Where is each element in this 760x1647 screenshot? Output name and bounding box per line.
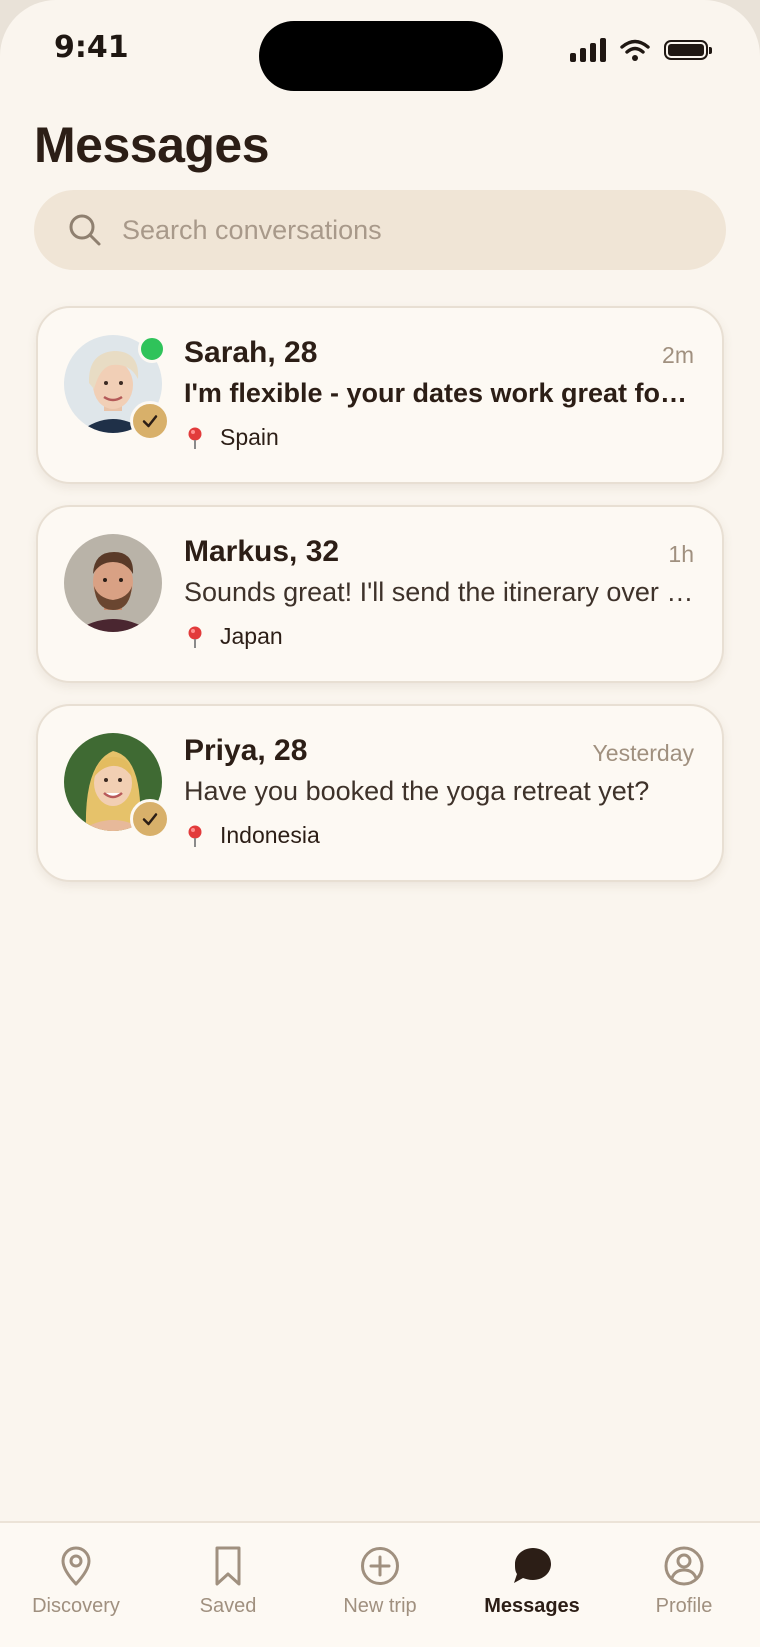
tab-label: New trip [343, 1595, 417, 1617]
chat-bubble-icon [514, 1548, 551, 1583]
conversation-card[interactable]: Priya, 28 Yesterday Have you booked the … [36, 704, 724, 882]
message-time: Yesterday [592, 740, 694, 766]
verified-check-icon [130, 401, 170, 441]
tab-label: Messages [484, 1595, 580, 1617]
conversation-list: Sarah, 28 2m I'm flexible - your dates w… [36, 306, 724, 903]
verified-check-icon [130, 799, 170, 839]
user-circle-icon [664, 1546, 704, 1586]
search-bar[interactable] [34, 190, 726, 270]
tab-label: Profile [655, 1595, 713, 1617]
messages-screen: 9:41 Messages Search conversations Sarah… [0, 0, 760, 1647]
location-label: Japan [220, 623, 283, 649]
dynamic-island [259, 21, 503, 91]
tab-messages[interactable]: Messages [456, 1523, 608, 1647]
tab-saved[interactable]: Saved [152, 1523, 304, 1647]
status-icons [570, 38, 712, 62]
search-input[interactable] [120, 213, 684, 247]
tab-new-trip[interactable]: New trip [304, 1523, 456, 1647]
red-pin-icon [188, 626, 202, 648]
avatar [64, 534, 162, 632]
online-indicator [138, 335, 166, 363]
bottom-tab-bar: Discovery Saved New trip Messages Profil… [0, 1521, 760, 1647]
location-label: Indonesia [220, 822, 320, 848]
location-pin-icon [61, 1546, 91, 1586]
tab-label: Saved [199, 1595, 257, 1617]
plus-circle-icon [361, 1547, 399, 1585]
message-preview: I'm flexible - your dates work great for… [184, 378, 694, 408]
tab-profile[interactable]: Profile [608, 1523, 760, 1647]
location-tag: Japan [184, 623, 283, 650]
contact-name: Priya, 28 [184, 734, 308, 767]
signal-icon [570, 38, 606, 62]
conversation-card[interactable]: Sarah, 28 2m I'm flexible - your dates w… [36, 306, 724, 484]
bookmark-icon [215, 1546, 241, 1586]
location-tag: Spain [184, 424, 279, 451]
message-time: 2m [662, 342, 694, 368]
tab-label: Discovery [32, 1595, 120, 1617]
status-time: 9:41 [54, 30, 129, 65]
tab-discovery[interactable]: Discovery [0, 1523, 152, 1647]
message-preview: Sounds great! I'll send the itinerary ov… [184, 577, 694, 607]
contact-name: Sarah, 28 [184, 336, 318, 369]
battery-icon [664, 40, 712, 60]
message-preview: Have you booked the yoga retreat yet? [184, 776, 650, 806]
location-label: Spain [220, 424, 279, 450]
red-pin-icon [188, 427, 202, 449]
page-title: Messages [34, 117, 270, 173]
wifi-icon [620, 39, 650, 61]
message-time: 1h [668, 541, 694, 567]
red-pin-icon [188, 825, 202, 847]
search-icon [69, 214, 101, 246]
contact-name: Markus, 32 [184, 535, 340, 568]
conversation-card[interactable]: Markus, 32 1h Sounds great! I'll send th… [36, 505, 724, 683]
location-tag: Indonesia [184, 822, 320, 849]
